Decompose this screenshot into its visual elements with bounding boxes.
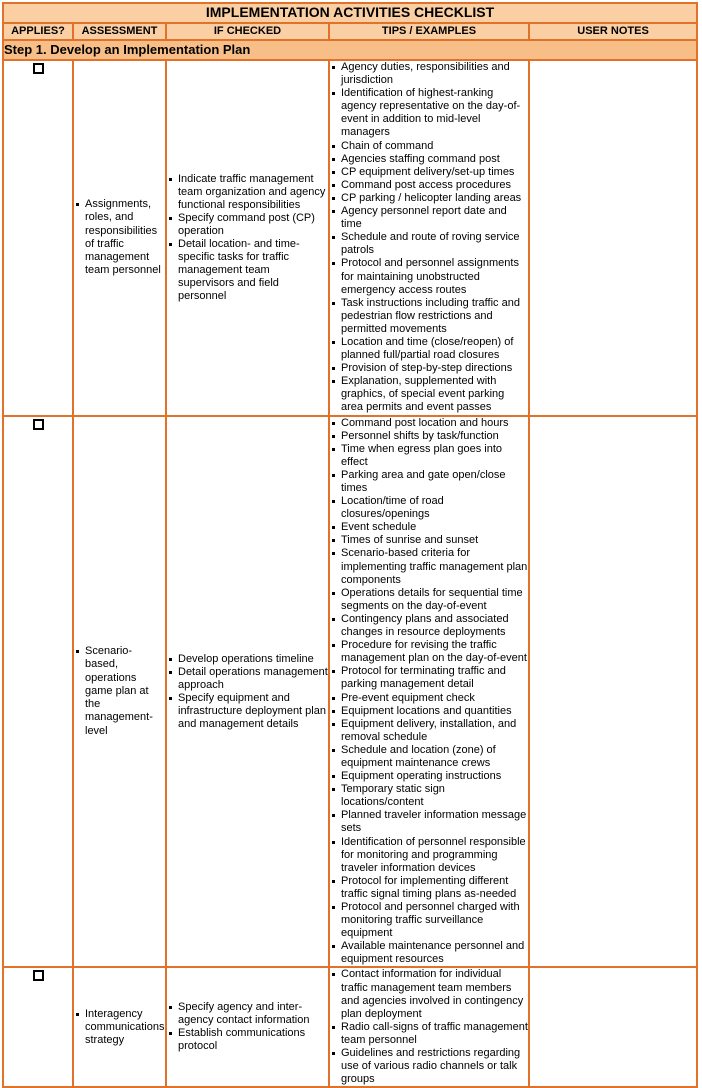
list-item: Explanation, supplemented with graphics,…	[330, 375, 528, 414]
applies-checkbox-row-2[interactable]	[32, 418, 44, 430]
if-checked-cell: Specify agency and inter-agency contact …	[165, 966, 330, 1088]
step-heading: Step 1. Develop an Implementation Plan	[1, 39, 699, 61]
list-item: Detail location- and time-specific tasks…	[167, 238, 328, 303]
list-item: Command post access procedures	[330, 179, 528, 192]
column-header-applies: APPLIES?	[2, 22, 74, 41]
list-item: Provision of step-by-step directions	[330, 362, 528, 375]
table-row: Interagency communications strategy Spec…	[2, 966, 699, 1088]
list-item: Chain of command	[330, 140, 528, 153]
list-item: Event schedule	[330, 521, 528, 534]
list-item: Time when egress plan goes into effect	[330, 443, 528, 469]
list-item: Equipment delivery, installation, and re…	[330, 718, 528, 744]
assessment-list-row-2: Scenario-based, operations game plan at …	[74, 645, 165, 737]
tips-list-row-1: Agency duties, responsibilities and juri…	[330, 61, 528, 415]
applies-cell	[2, 414, 74, 969]
page-title: IMPLEMENTATION ACTIVITIES CHECKLIST	[1, 2, 699, 24]
list-item: Location and time (close/reopen) of plan…	[330, 336, 528, 362]
list-item: Identification of personnel responsible …	[330, 836, 528, 875]
assessment-list-row-1: Assignments, roles, and responsibilities…	[74, 198, 165, 277]
user-notes-cell-row-2[interactable]	[527, 414, 699, 969]
list-item: Planned traveler information message set…	[330, 809, 528, 835]
list-item: Radio call-signs of traffic management t…	[330, 1021, 528, 1047]
list-item: Schedule and route of roving service pat…	[330, 231, 528, 257]
list-item: Personnel shifts by task/function	[330, 430, 528, 443]
list-item: Specify equipment and infrastructure dep…	[167, 692, 328, 731]
list-item: Procedure for revising the traffic manag…	[330, 639, 528, 665]
table-row: Assignments, roles, and responsibilities…	[2, 59, 699, 417]
column-header-tips: TIPS / EXAMPLES	[328, 22, 530, 41]
table-title-row: IMPLEMENTATION ACTIVITIES CHECKLIST	[1, 2, 699, 24]
applies-cell	[2, 59, 74, 417]
list-item: Scenario-based criteria for implementing…	[330, 547, 528, 586]
list-item: Specify command post (CP) operation	[167, 212, 328, 238]
list-item: Assignments, roles, and responsibilities…	[74, 198, 165, 277]
tips-cell: Command post location and hours Personnel…	[328, 414, 530, 969]
list-item: Equipment operating instructions	[330, 770, 528, 783]
tips-cell: Agency duties, responsibilities and juri…	[328, 59, 530, 417]
assessment-list-row-3: Interagency communications strategy	[74, 1008, 165, 1048]
list-item: Agency personnel report date and time	[330, 205, 528, 231]
list-item: Protocol for implementing different traf…	[330, 875, 528, 901]
list-item: Develop operations timeline	[167, 653, 328, 666]
if-checked-cell: Develop operations timeline Detail operat…	[165, 414, 330, 969]
list-item: Operations details for sequential time s…	[330, 587, 528, 613]
implementation-activities-table: IMPLEMENTATION ACTIVITIES CHECKLIST APPL…	[1, 2, 699, 1088]
list-item: Available maintenance personnel and equi…	[330, 940, 528, 966]
list-item: Pre-event equipment check	[330, 692, 528, 705]
if-checked-cell: Indicate traffic management team organiz…	[165, 59, 330, 417]
user-notes-cell-row-3[interactable]	[527, 966, 699, 1088]
assessment-cell: Assignments, roles, and responsibilities…	[72, 59, 167, 417]
list-item: Identification of highest-ranking agency…	[330, 87, 528, 139]
list-item: CP equipment delivery/set-up times	[330, 166, 528, 179]
list-item: Times of sunrise and sunset	[330, 534, 528, 547]
if-checked-list-row-3: Specify agency and inter-agency contact …	[167, 1001, 328, 1053]
list-item: Interagency communications strategy	[74, 1008, 165, 1048]
list-item: Indicate traffic management team organiz…	[167, 173, 328, 212]
table-row: Scenario-based, operations game plan at …	[2, 414, 699, 969]
list-item: Protocol and personnel charged with moni…	[330, 901, 528, 940]
if-checked-list-row-1: Indicate traffic management team organiz…	[167, 173, 328, 303]
column-header-assessment: ASSESSMENT	[72, 22, 167, 41]
applies-cell	[2, 966, 74, 1088]
list-item: Establish communications protocol	[167, 1027, 328, 1053]
list-item: Task instructions including traffic and …	[330, 297, 528, 336]
applies-checkbox-row-3[interactable]	[32, 970, 44, 982]
checklist-page: IMPLEMENTATION ACTIVITIES CHECKLIST APPL…	[0, 2, 702, 1088]
list-item: Equipment locations and quantities	[330, 705, 528, 718]
if-checked-list-row-2: Develop operations timeline Detail operat…	[167, 653, 328, 731]
list-item: Agency duties, responsibilities and juri…	[330, 61, 528, 87]
tips-list-row-3: Contact information for individual traff…	[330, 968, 528, 1086]
list-item: CP parking / helicopter landing areas	[330, 192, 528, 205]
column-header-if-checked: IF CHECKED	[165, 22, 330, 41]
assessment-cell: Interagency communications strategy	[72, 966, 167, 1088]
list-item: Detail operations management approach	[167, 666, 328, 692]
list-item: Specify agency and inter-agency contact …	[167, 1001, 328, 1027]
list-item: Schedule and location (zone) of equipmen…	[330, 744, 528, 770]
list-item: Command post location and hours	[330, 417, 528, 430]
list-item: Protocol and personnel assignments for m…	[330, 257, 528, 296]
user-notes-cell-row-1[interactable]	[527, 59, 699, 417]
list-item: Agencies staffing command post	[330, 153, 528, 166]
assessment-cell: Scenario-based, operations game plan at …	[72, 414, 167, 969]
applies-checkbox-row-1[interactable]	[32, 63, 44, 74]
table-header-row: APPLIES? ASSESSMENT IF CHECKED TIPS / EX…	[2, 22, 699, 41]
list-item: Location/time of road closures/openings	[330, 495, 528, 521]
step-section-row: Step 1. Develop an Implementation Plan	[1, 39, 699, 61]
tips-cell: Contact information for individual traff…	[328, 966, 530, 1088]
list-item: Protocol for terminating traffic and par…	[330, 665, 528, 691]
list-item: Contingency plans and associated changes…	[330, 613, 528, 639]
list-item: Guidelines and restrictions regarding us…	[330, 1047, 528, 1086]
list-item: Temporary static sign locations/content	[330, 783, 528, 809]
tips-list-row-2: Command post location and hours Personnel…	[330, 417, 528, 967]
list-item: Parking area and gate open/close times	[330, 469, 528, 495]
list-item: Scenario-based, operations game plan at …	[74, 645, 165, 737]
list-item: Contact information for individual traff…	[330, 968, 528, 1020]
column-header-user-notes: USER NOTES	[527, 22, 699, 41]
